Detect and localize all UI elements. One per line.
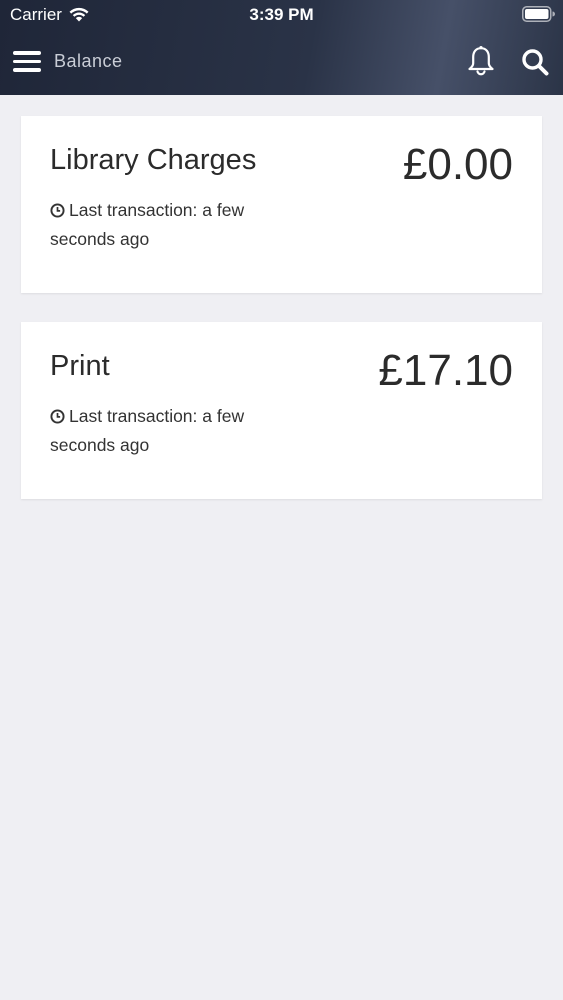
last-transaction: Last transaction: a few seconds ago — [50, 402, 280, 460]
clock-icon — [50, 203, 65, 218]
last-transaction-text: Last transaction: a few seconds ago — [50, 200, 245, 249]
app-header: Carrier 3:39 PM Balance — [0, 0, 563, 95]
last-transaction: Last transaction: a few seconds ago — [50, 196, 280, 254]
account-name: Print — [50, 350, 110, 382]
search-icon[interactable] — [520, 47, 550, 77]
page-title: Balance — [54, 51, 123, 71]
account-name: Library Charges — [50, 144, 257, 176]
balance-card-library-charges[interactable]: Library Charges £0.00 Last transaction: … — [21, 116, 542, 293]
account-balance: £0.00 — [402, 140, 513, 189]
bell-icon[interactable] — [466, 45, 496, 77]
balance-card-print[interactable]: Print £17.10 Last transaction: a few sec… — [21, 322, 542, 499]
status-bar: Carrier 3:39 PM — [0, 0, 563, 30]
navigation-bar: Balance — [0, 40, 563, 85]
status-time: 3:39 PM — [249, 5, 314, 24]
last-transaction-text: Last transaction: a few seconds ago — [50, 406, 245, 455]
menu-button[interactable] — [12, 46, 42, 76]
clock-icon — [50, 409, 65, 424]
account-balance: £17.10 — [378, 346, 513, 395]
battery-icon — [522, 6, 555, 22]
